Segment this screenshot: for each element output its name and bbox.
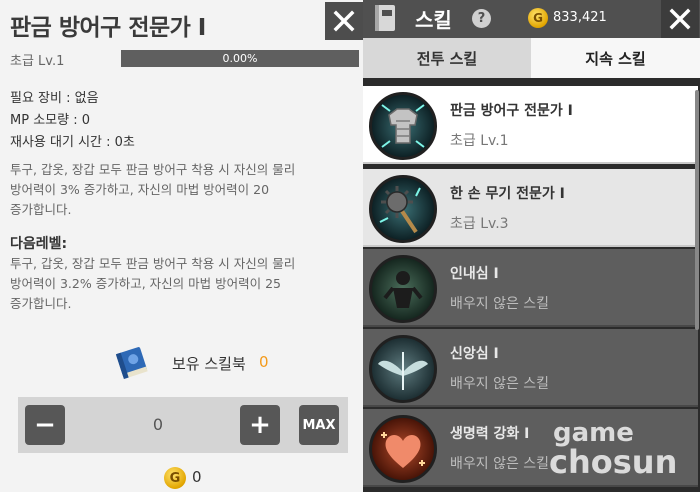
max-button[interactable]: MAX: [299, 405, 339, 445]
figure-icon: [369, 255, 437, 323]
next-level-description: 투구, 갑옷, 장갑 모두 판금 방어구 착용 시 자신의 물리 방어력이 3.…: [10, 254, 355, 314]
tab-combat-skills[interactable]: 전투 스킬: [363, 38, 531, 78]
armor-icon: [369, 92, 437, 160]
skill-item-plate-armor[interactable]: 판금 방어구 전문가 I 초급 Lv.1: [363, 86, 698, 164]
skill-level: 초급 Lv.1: [10, 54, 65, 69]
mp-cost: MP 소모량 : 0: [10, 113, 90, 128]
description-line: 투구, 갑옷, 장갑 모두 판금 방어구 착용 시 자신의 물리: [10, 162, 296, 177]
description-line: 방어력이 3.2% 증가하고, 자신의 마법 방어력이 25: [10, 276, 281, 291]
skillbook-icon: [115, 347, 148, 380]
description-line: 방어력이 3% 증가하고, 자신의 마법 방어력이 20: [10, 182, 270, 197]
learn-cost: 0: [192, 468, 202, 486]
gold-amount: 833,421: [553, 10, 607, 25]
skill-status: 배우지 않은 스킬: [450, 376, 550, 392]
quantity-value: 0: [152, 415, 164, 434]
description-line: 투구, 갑옷, 장갑 모두 판금 방어구 착용 시 자신의 물리: [10, 256, 296, 271]
skill-level: 초급 Lv.3: [450, 216, 509, 232]
decrease-button[interactable]: −: [25, 405, 65, 445]
skill-status: 배우지 않은 스킬: [450, 456, 550, 472]
description-line: 증가합니다.: [10, 202, 72, 217]
skill-description: 투구, 갑옷, 장갑 모두 판금 방어구 착용 시 자신의 물리 방어력이 3%…: [10, 160, 355, 220]
list-scrollbar[interactable]: [695, 90, 699, 330]
help-icon[interactable]: ?: [472, 9, 491, 28]
wings-icon: [369, 335, 437, 403]
gold-coin-icon: G: [164, 467, 186, 489]
close-button[interactable]: [325, 2, 363, 40]
skill-status: 배우지 않은 스킬: [450, 296, 550, 312]
close-button[interactable]: [661, 0, 699, 38]
skill-list-panel: 스킬 ? G 833,421 전투 스킬 지속 스킬 판금 방어구 전문가 I …: [363, 0, 700, 492]
next-level-label: 다음레벨:: [10, 236, 68, 252]
required-equipment: 필요 장비 : 없음: [10, 91, 99, 106]
watermark: game chosun: [549, 420, 677, 478]
cooldown: 재사용 대기 시간 : 0초: [10, 135, 135, 150]
skill-title: 판금 방어구 전문가 I: [10, 15, 206, 41]
skill-item-one-hand-weapon[interactable]: 한 손 무기 전문가 I 초급 Lv.3: [363, 169, 698, 247]
close-icon: [669, 8, 691, 30]
experience-bar: 0.00%: [121, 50, 359, 67]
skill-name: 신앙심 I: [450, 346, 499, 362]
skill-item-faith[interactable]: 신앙심 I 배우지 않은 스킬: [363, 329, 698, 407]
skillbook-icon: [375, 5, 395, 31]
skill-name: 인내심 I: [450, 266, 499, 282]
quantity-stepper: − 0 + MAX: [18, 397, 348, 453]
skill-detail-panel: 판금 방어구 전문가 I 초급 Lv.1 0.00% 필요 장비 : 없음 MP…: [0, 0, 363, 492]
skill-item-patience[interactable]: 인내심 I 배우지 않은 스킬: [363, 249, 698, 327]
skill-panel-title: 스킬: [415, 8, 452, 32]
gold-coin-icon: G: [528, 8, 548, 28]
increase-button[interactable]: +: [240, 405, 280, 445]
close-icon: [333, 10, 355, 32]
description-line: 증가합니다.: [10, 296, 72, 311]
skillbook-label: 보유 스킬북: [172, 355, 246, 373]
skill-level: 초급 Lv.1: [450, 133, 509, 149]
skill-header: 스킬 ? G 833,421: [363, 0, 700, 38]
tab-passive-skills[interactable]: 지속 스킬: [531, 38, 700, 78]
heart-icon: [369, 415, 437, 483]
skillbook-count: 0: [259, 353, 269, 371]
watermark-line: chosun: [549, 443, 678, 481]
experience-percent: 0.00%: [222, 52, 258, 65]
mace-icon: [369, 175, 437, 243]
skill-name: 판금 방어구 전문가 I: [450, 103, 573, 119]
skill-name: 한 손 무기 전문가 I: [450, 186, 565, 202]
skill-name: 생명력 강화 I: [450, 426, 530, 442]
